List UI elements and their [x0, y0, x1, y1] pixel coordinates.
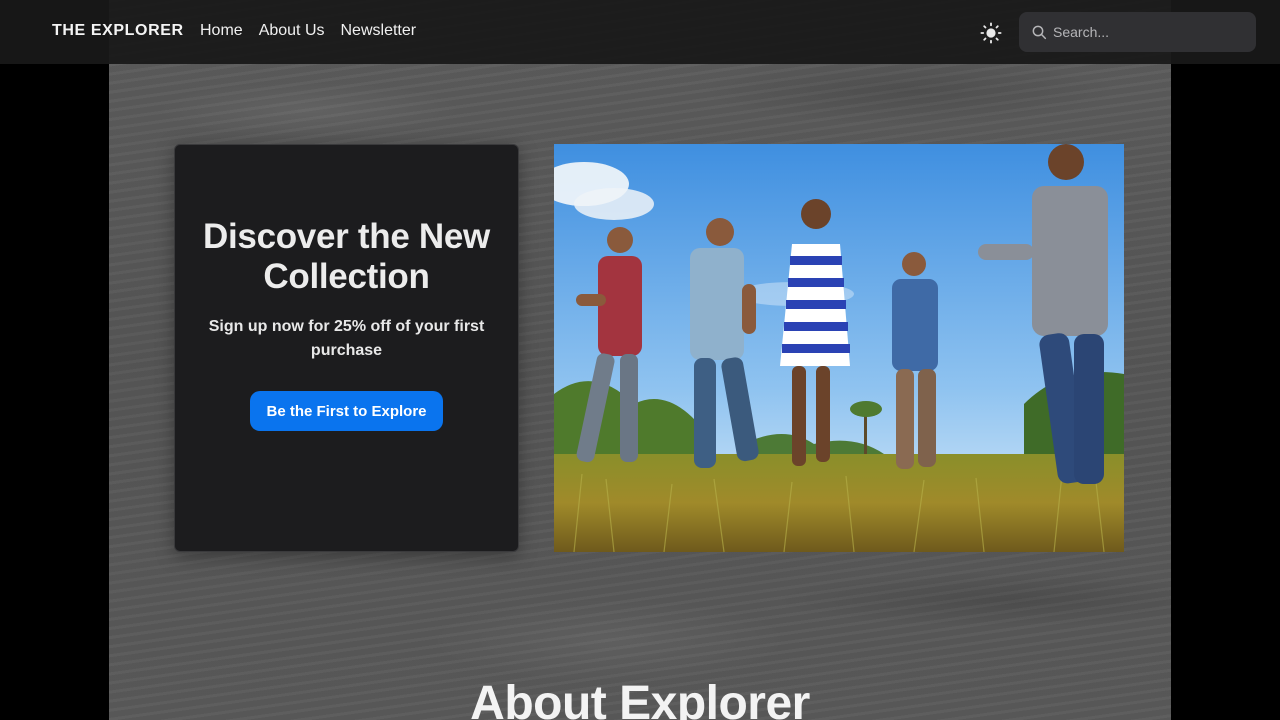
nav-newsletter-link[interactable]: Newsletter — [341, 22, 417, 40]
about-heading: About Explorer — [470, 677, 810, 720]
search-box — [1019, 12, 1256, 52]
nav-home-link[interactable]: Home — [200, 22, 243, 40]
theme-toggle-button[interactable] — [979, 21, 1003, 45]
explore-button[interactable]: Be the First to Explore — [250, 391, 443, 431]
promo-subtitle: Sign up now for 25% off of your first pu… — [208, 318, 485, 359]
sun-icon — [980, 22, 1002, 44]
brand-logo[interactable]: THE EXPLORER — [52, 22, 184, 40]
group-running-photo — [554, 144, 1124, 552]
search-input[interactable] — [1053, 24, 1243, 40]
promo-title: Discover the New Collection — [203, 217, 490, 296]
promo-card: Discover the New Collection Sign up now … — [174, 144, 519, 552]
search-icon — [1032, 25, 1047, 40]
nav-about-link[interactable]: About Us — [259, 22, 325, 40]
navbar: THE EXPLORER Home About Us Newsletter — [0, 0, 1280, 64]
hero-image — [554, 144, 1124, 552]
nav-links: Home About Us Newsletter — [200, 22, 416, 40]
